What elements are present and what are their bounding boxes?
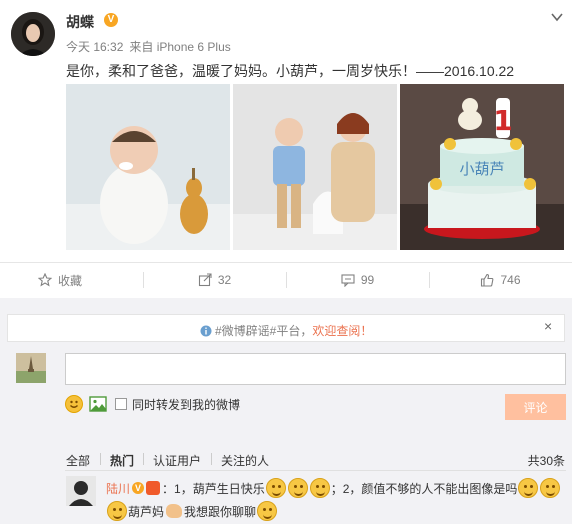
post-source: 来自 iPhone 6 Plus [129,40,231,54]
author-avatar[interactable] [11,12,55,56]
like-button[interactable]: 746 [429,262,572,298]
weibo-post: 胡蝶 V 今天 16:32 来自 iPhone 6 Plus 是你，柔和了爸爸，温… [0,0,572,298]
laugh-emoji-icon [287,478,308,498]
comment-line: 葫芦妈 我想跟你聊聊 [106,501,278,521]
photo-mother-child[interactable] [233,84,397,250]
repost-count: 32 [217,273,232,287]
like-count: 746 [500,273,521,287]
comment-icon [341,274,355,287]
divider [211,453,212,465]
cake-text: 小葫芦 [459,160,504,178]
smile-emoji-icon [540,478,561,498]
divider [100,453,101,465]
commenter-name[interactable]: 陆川 [106,480,130,497]
close-icon[interactable]: × [544,319,556,333]
photo-baby-gourd[interactable] [66,84,230,250]
author-name[interactable]: 胡蝶 [66,12,94,32]
laugh-emoji-icon [265,478,286,498]
image-icon[interactable] [89,396,107,412]
comment-filters: 全部 热门 认证用户 关注的人 共30条 [0,448,572,470]
comment-mention[interactable]: 葫芦妈 [128,503,164,520]
divider [143,453,144,465]
hand-emoji-icon [166,504,183,518]
cake-number: 1 [493,104,512,137]
filter-verified[interactable]: 认证用户 [153,452,201,469]
repost-checkbox-label[interactable]: 同时转发到我的微博 [132,396,240,413]
comment-text-b: ；2，颜值不够的人不能出图像是吗 [330,481,518,496]
favorite-button[interactable]: 收藏 [0,262,120,298]
post-actions: 收藏 32 99 746 [0,262,572,298]
notice-link[interactable]: 欢迎查阅！ [312,324,372,338]
comment-line: 陆川 V ：1，葫芦生日快乐 ；2，颜值不够的人不能出图像是吗 [106,478,561,498]
post-time[interactable]: 今天 16:32 [66,40,123,54]
my-avatar [16,353,46,383]
comments-panel: #微博辟谣#平台，欢迎查阅！ × 同时转发到我的微博 评论 全部 热门 认证用户… [0,298,572,524]
smile-emoji-icon [107,501,127,521]
comment-button[interactable]: 99 [286,262,429,298]
verified-icon: V [104,13,118,27]
comment-text-a: ：1，葫芦生日快乐 [162,481,265,496]
comment-tools: 同时转发到我的微博 [65,392,240,416]
filter-hot[interactable]: 热门 [110,452,134,469]
favorite-label: 收藏 [57,273,82,288]
repost-checkbox[interactable] [115,398,127,410]
filter-all[interactable]: 全部 [66,452,90,469]
submit-comment-button[interactable]: 评论 [505,394,566,420]
photo-birthday-cake[interactable]: 小葫芦 1 [400,84,564,250]
thumbs-up-icon [481,273,494,287]
rumor-notice: #微博辟谣#平台，欢迎查阅！ × [7,314,565,342]
comment-count: 99 [360,273,375,287]
comment-total: 共30条 [527,454,565,468]
share-icon [198,273,212,287]
notice-text[interactable]: #微博辟谣#平台， [215,324,312,338]
chevron-down-icon[interactable] [550,10,564,24]
repost-button[interactable]: 32 [143,262,286,298]
shy-emoji-icon [257,501,278,521]
smile-emoji-icon [518,478,539,498]
post-text: 是你，柔和了爸爸，温暖了妈妈。小葫芦，一周岁快乐！——2016.10.22 [66,63,515,79]
fire-icon [146,481,161,495]
commenter-avatar[interactable] [66,476,96,506]
verified-icon: V [132,482,145,494]
info-icon [200,325,212,337]
filter-following[interactable]: 关注的人 [221,452,269,469]
emoji-icon[interactable] [65,395,83,413]
laugh-emoji-icon [309,478,330,498]
divider [65,470,566,471]
comment-input[interactable] [65,353,566,385]
comment-text-c: 我想跟你聊聊 [184,504,257,519]
star-icon [37,273,52,287]
post-meta: 今天 16:32 来自 iPhone 6 Plus [66,38,237,55]
